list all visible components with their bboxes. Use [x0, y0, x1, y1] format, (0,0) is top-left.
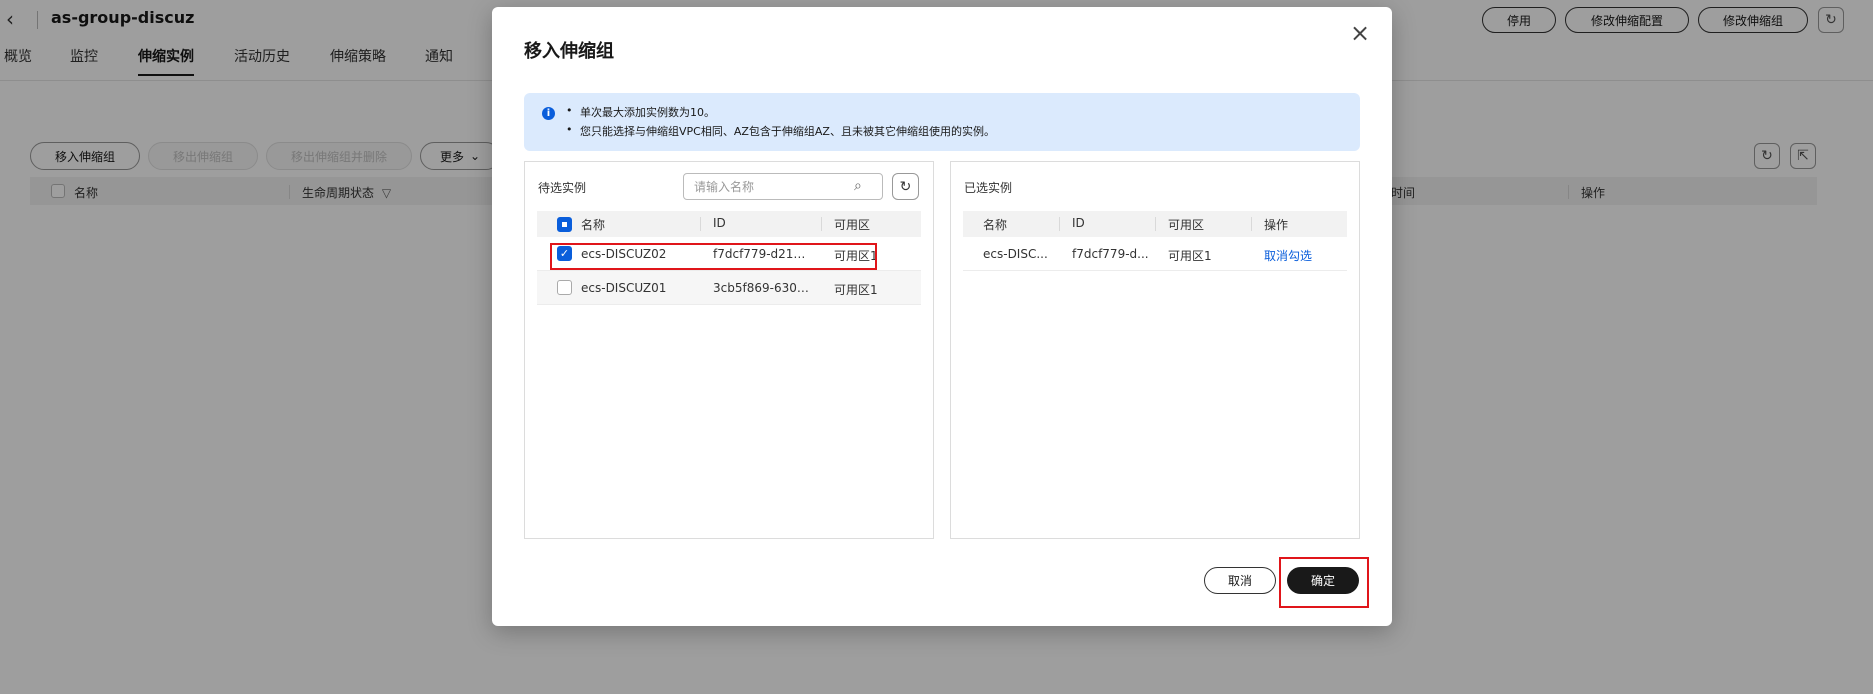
column-id: ID — [713, 216, 726, 230]
instance-name: ecs-DISCUZ01 — [581, 281, 667, 295]
table-row: ecs-DISC... f7dcf779-d... 可用区1 取消勾选 — [963, 237, 1347, 271]
instance-name: ecs-DISC... — [983, 247, 1048, 261]
highlight-annotation — [1279, 557, 1369, 608]
info-line-2: 您只能选择与伸缩组VPC相同、AZ包含于伸缩组AZ、且未被其它伸缩组使用的实例。 — [566, 123, 995, 139]
column-name: 名称 — [581, 218, 606, 232]
search-input[interactable] — [694, 178, 844, 195]
instance-az: 可用区1 — [834, 283, 878, 297]
column-operations: 操作 — [1264, 218, 1289, 232]
column-name: 名称 — [983, 218, 1008, 232]
info-icon: i — [542, 107, 555, 120]
column-separator — [1155, 217, 1156, 231]
info-notice: i 单次最大添加实例数为10。 您只能选择与伸缩组VPC相同、AZ包含于伸缩组A… — [524, 93, 1360, 151]
dialog-title: 移入伸缩组 — [524, 41, 614, 62]
column-az: 可用区 — [1168, 218, 1205, 232]
selected-label: 已选实例 — [964, 181, 1013, 195]
move-in-dialog: 移入伸缩组 × i 单次最大添加实例数为10。 您只能选择与伸缩组VPC相同、A… — [492, 7, 1392, 626]
selected-instances-panel: 已选实例 名称 ID 可用区 操作 ecs-DISC... f7dcf779-d… — [950, 161, 1360, 539]
available-label: 待选实例 — [538, 181, 587, 195]
column-separator — [700, 217, 701, 231]
column-az: 可用区 — [834, 218, 871, 232]
column-separator — [821, 217, 822, 231]
column-separator — [1251, 217, 1252, 231]
close-icon[interactable]: × — [1348, 21, 1372, 45]
highlight-annotation — [550, 243, 877, 270]
deselect-link[interactable]: 取消勾选 — [1264, 247, 1312, 264]
available-table-header: 名称 ID 可用区 — [537, 211, 921, 237]
column-id: ID — [1072, 216, 1085, 230]
instance-az: 可用区1 — [1168, 249, 1212, 263]
row-checkbox[interactable] — [557, 280, 572, 295]
available-instances-panel: 待选实例 ⌕ ↻ 名称 ID 可用区 ✓ ecs-DISCUZ02 f7dcf7… — [524, 161, 934, 539]
instance-id: f7dcf779-d... — [1072, 247, 1149, 261]
column-separator — [1059, 217, 1060, 231]
cancel-button[interactable]: 取消 — [1204, 567, 1276, 594]
selected-table-header: 名称 ID 可用区 操作 — [963, 211, 1347, 237]
table-row[interactable]: ecs-DISCUZ01 3cb5f869-6305-... 可用区1 — [537, 271, 921, 305]
search-field[interactable]: ⌕ — [683, 173, 883, 200]
info-line-1: 单次最大添加实例数为10。 — [566, 104, 715, 120]
refresh-icon[interactable]: ↻ — [892, 173, 919, 200]
instance-id: 3cb5f869-6305-... — [713, 281, 813, 295]
search-icon[interactable]: ⌕ — [854, 178, 862, 194]
select-all-checkbox[interactable] — [557, 217, 572, 232]
